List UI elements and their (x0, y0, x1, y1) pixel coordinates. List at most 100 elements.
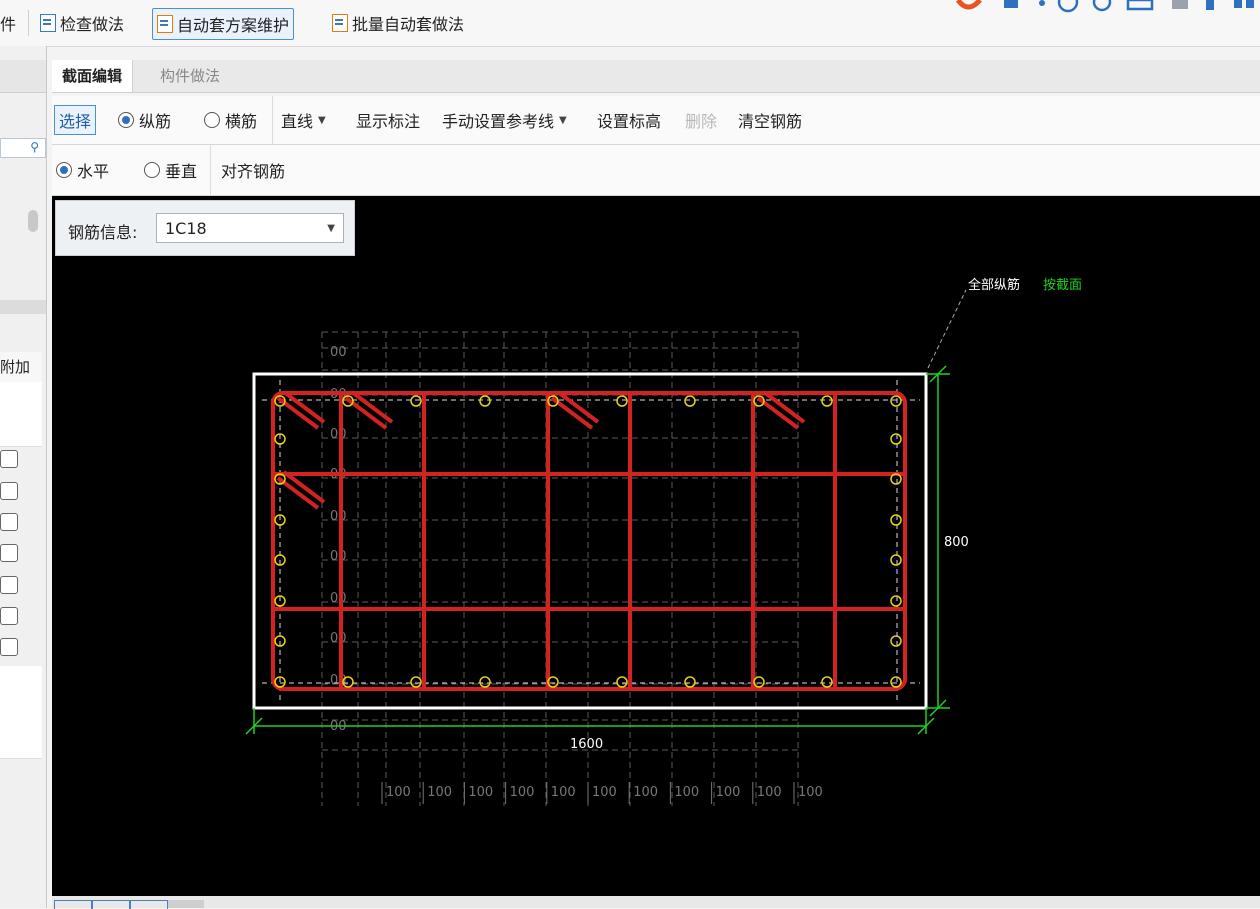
delete-button[interactable]: 删除 (685, 96, 717, 144)
emoji-icon (1057, 0, 1079, 13)
grid-side-label: 00 (330, 591, 347, 606)
grid-bottom-label: 100 (633, 785, 658, 800)
radio-checked-icon (56, 162, 72, 178)
show-annotation-button[interactable]: 显示标注 (356, 96, 420, 144)
bottom-tab[interactable] (168, 900, 204, 908)
toolbar-partial-item[interactable]: 件 (0, 8, 16, 38)
inner-stirrup (751, 391, 837, 691)
grid-bottom-label: 100 (592, 785, 617, 800)
rebar-info-value: 1C18 (165, 218, 207, 238)
left-panel: ⚲ 附加 (0, 46, 47, 908)
grid-side-label: 00 (330, 549, 347, 564)
radio-unchecked-icon (204, 112, 220, 128)
clear-rebar-button[interactable]: 清空钢筋 (738, 96, 802, 144)
align-rebar-button[interactable]: 对齐钢筋 (210, 145, 285, 195)
grid-side-label: 00 (330, 427, 347, 442)
longitudinal-rebar (616, 676, 628, 688)
delete-label: 删除 (685, 112, 718, 131)
vertical-radio[interactable]: 垂直 (144, 145, 197, 195)
table-row (0, 730, 42, 759)
bottom-tab-strip (52, 896, 1260, 909)
row-checkbox[interactable] (0, 450, 18, 468)
row-checkbox[interactable] (0, 638, 18, 656)
row-checkbox[interactable] (0, 576, 18, 594)
grid-bottom-label: 100 (468, 785, 493, 800)
chevron-down-icon: ▼ (559, 114, 567, 126)
punctuation-icon (1039, 0, 1045, 6)
batch-auto-button[interactable]: 批量自动套做法 (332, 8, 464, 38)
annotation-leader (927, 289, 967, 369)
grid-bottom-label: 100 (674, 785, 699, 800)
longitudinal-rebar (890, 635, 902, 647)
inner-stirrup (339, 391, 426, 691)
keyboard-icon (1126, 0, 1154, 11)
left-panel-header (0, 60, 46, 93)
rebar-info-combobox[interactable]: 1C18 ▼ (156, 213, 344, 243)
longitudinal-rebar (410, 395, 422, 407)
document-gear-icon (157, 15, 173, 33)
grid-bottom-label: 100 (551, 785, 576, 800)
longitudinal-rebar (890, 676, 902, 688)
row-checkbox[interactable] (0, 482, 18, 500)
width-dimension-text: 1600 (570, 737, 603, 752)
toolbar-partial-label: 件 (0, 15, 17, 34)
longitudinal-rebar (821, 395, 833, 407)
longitudinal-rebar (821, 676, 833, 688)
longitudinal-rebar (479, 395, 491, 407)
grid-side-label: 00 (330, 509, 347, 524)
section-drawing-canvas[interactable]: 0000000000000000000010010010010010010010… (52, 196, 1260, 896)
set-elevation-button[interactable]: 设置标高 (597, 96, 661, 144)
grid-side-label: 00 (330, 631, 347, 646)
tab-section-edit[interactable]: 截面编辑 (52, 60, 134, 92)
tray-icons (955, 0, 1254, 13)
manual-ref-line-dropdown[interactable]: 手动设置参考线 ▼ (442, 96, 567, 144)
chevron-down-icon: ▼ (327, 223, 335, 234)
radio-checked-icon (118, 112, 134, 128)
longitudinal-rebar (684, 395, 696, 407)
longitudinal-radio[interactable]: 纵筋 (118, 96, 171, 144)
longitudinal-rebar (890, 554, 902, 566)
grid-bottom-label: 100 (716, 785, 741, 800)
select-button[interactable]: 选择 (54, 105, 97, 135)
edit-toolbar: 选择 纵筋 横筋 直线 ▼ 显示标注 手动设置参考线 ▼ 设置标高 删除 清空钢… (52, 96, 1260, 145)
clear-rebar-label: 清空钢筋 (738, 112, 803, 131)
longitudinal-rebar (890, 514, 902, 526)
main-toolbar: 件 检查做法 自动套方案维护 批量自动套做法 (0, 0, 1260, 47)
row-checkbox[interactable] (0, 607, 18, 625)
table-row (0, 666, 42, 699)
section-drawing: 0000000000000000000010010010010010010010… (245, 277, 1082, 806)
auto-scheme-button[interactable]: 自动套方案维护 (152, 8, 295, 40)
batch-auto-label: 批量自动套做法 (352, 15, 465, 34)
longitudinal-rebar (890, 433, 902, 445)
left-panel-splitter[interactable] (0, 300, 46, 314)
grid-bottom-label: 100 (510, 785, 535, 800)
longitudinal-rebar (479, 676, 491, 688)
left-search-input[interactable]: ⚲ (0, 138, 46, 158)
horizontal-radio[interactable]: 水平 (56, 145, 109, 195)
row-checkbox[interactable] (0, 513, 18, 531)
left-scrollbar-thumb[interactable] (28, 210, 38, 232)
annotation-label: 全部纵筋 (968, 277, 1020, 293)
line-type-dropdown[interactable]: 直线 ▼ (272, 96, 326, 144)
vertical-label: 垂直 (165, 162, 198, 181)
inner-stirrup (546, 391, 632, 691)
transverse-radio[interactable]: 横筋 (204, 96, 257, 144)
column-header-additional: 附加 (0, 352, 42, 383)
tab-component-method[interactable]: 构件做法 (150, 60, 230, 92)
show-annotation-label: 显示标注 (356, 112, 421, 131)
table-row (0, 414, 42, 447)
transverse-label: 横筋 (225, 112, 258, 131)
line-type-value: 直线 (281, 112, 314, 131)
chevron-down-icon: ▼ (318, 114, 326, 126)
mic-icon (1092, 0, 1112, 12)
radio-unchecked-icon (144, 162, 160, 178)
align-rebar-label: 对齐钢筋 (221, 162, 286, 181)
skin-icon (1172, 0, 1188, 9)
row-checkbox[interactable] (0, 544, 18, 562)
height-dimension-text: 800 (944, 535, 969, 550)
check-method-button[interactable]: 检查做法 (40, 8, 124, 38)
align-toolbar: 水平 垂直 对齐钢筋 (52, 145, 1260, 196)
horizontal-label: 水平 (77, 162, 110, 181)
table-row (0, 698, 42, 731)
menu-grid-icon (1234, 0, 1254, 8)
